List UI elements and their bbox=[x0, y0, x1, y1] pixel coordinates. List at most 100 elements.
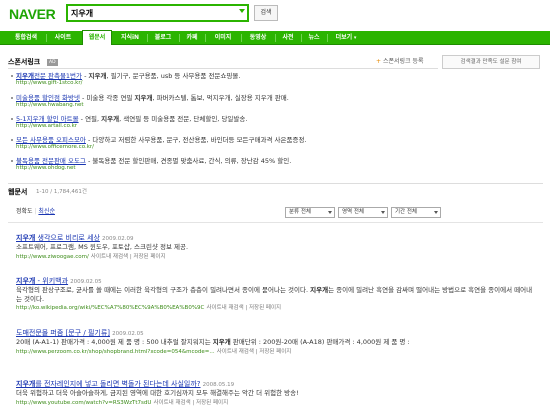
result-title[interactable]: 도매전문몰 퍼줌 [문구 / 필기류] bbox=[16, 329, 110, 337]
sort-bar: 정확도 | 최신순 bbox=[16, 208, 55, 216]
category-filter[interactable]: 분류 전체 bbox=[285, 207, 335, 218]
result-extra-links[interactable]: 사이트내 재검색 | 저장된 페이지 bbox=[206, 305, 281, 311]
bullet-icon bbox=[11, 118, 13, 120]
sponsor-register-label: 스폰서링크 등록 bbox=[382, 58, 424, 65]
result-keyword: 지우개 bbox=[16, 277, 36, 285]
chevron-down-icon bbox=[434, 211, 438, 214]
tab-cafe[interactable]: 카페 bbox=[181, 31, 203, 45]
result-keyword: 지우개 bbox=[16, 380, 36, 388]
section-divider bbox=[8, 183, 543, 184]
sponsor-link[interactable]: 지우개전문 판촉물1번가 bbox=[16, 72, 82, 80]
result-desc: 더욱 위험하고 더욱 아슬아슬하게, 금지된 영역에 대한 호기심까지 모두 해… bbox=[16, 388, 299, 397]
tab-webdocs[interactable]: 웹문서 bbox=[82, 30, 112, 45]
sponsor-desc-keyword: 지우개 bbox=[101, 115, 120, 123]
bullet-icon bbox=[11, 97, 13, 99]
tab-video[interactable]: 동영상 bbox=[243, 31, 273, 45]
area-filter-label: 영역 전체 bbox=[342, 209, 364, 215]
sponsor-desc: 다양하고 저렴한 사무용품, 문구, 전산용품, 바인더등 모든구매과격 사은품… bbox=[92, 136, 307, 144]
sort-latest[interactable]: 최신순 bbox=[38, 208, 55, 215]
tab-divider bbox=[147, 34, 148, 42]
tab-dictionary[interactable]: 사전 bbox=[277, 31, 299, 45]
result-url[interactable]: http://www.ziwoogae.com/ bbox=[16, 254, 89, 260]
result-item: 지우개 - 위키백과 2009.02.05 육각형의 판상구조로, 균사를 쓸 … bbox=[16, 277, 536, 312]
sponsor-item: 모든 사무용품 오피스모아 - 다양하고 저렴한 사무용품, 문구, 전산용품,… bbox=[11, 136, 411, 151]
tab-divider bbox=[205, 34, 206, 42]
result-url[interactable]: http://www.youtube.com/watch?v=RS3WzTt7s… bbox=[16, 400, 151, 406]
tab-divider bbox=[179, 34, 180, 42]
bullet-icon bbox=[11, 139, 13, 141]
result-url[interactable]: http://www.perzoom.co.kr/shop/shopbrand.… bbox=[16, 349, 215, 355]
sponsor-desc-prefix: - 미술용 각종 연필 bbox=[79, 94, 135, 102]
tab-image[interactable]: 이미지 bbox=[207, 31, 239, 45]
chevron-down-icon: ▾ bbox=[352, 35, 357, 41]
tab-divider bbox=[327, 34, 328, 42]
sponsor-item: 미술용품 할인점 화방넷 - 미술용 각종 연필 지우개, 파버카스텔, 톰보,… bbox=[11, 94, 411, 109]
dropdown-arrow-icon[interactable] bbox=[239, 9, 245, 13]
search-input[interactable] bbox=[68, 6, 228, 20]
sponsor-desc: , 파버카스텔, 톰보, 먹지우개, 실장용 지우개 판매. bbox=[152, 94, 289, 102]
sponsor-item: 지우개전문 판촉물1번가 - 지우개, 필기구, 문구용품, usb 등 사무용… bbox=[11, 72, 411, 87]
category-filter-label: 분류 전체 bbox=[289, 209, 311, 215]
sponsor-link[interactable]: 불독용품 전문판매 오도그 bbox=[16, 157, 86, 165]
result-item: 도매전문몰 퍼줌 [문구 / 필기류] 2009.02.05 20매 (A-A1… bbox=[16, 329, 536, 356]
period-filter[interactable]: 기간 전체 bbox=[391, 207, 441, 218]
sponsor-url[interactable]: http://www.gift-1stco.kr/ bbox=[11, 80, 411, 87]
sponsor-title: 스폰서링크 bbox=[8, 58, 41, 66]
result-date: 2009.02.05 bbox=[112, 331, 144, 337]
result-title-text: 를 전자레인지에 넣고 돌리면 벽돌가 된다는데 사실일까? bbox=[35, 380, 201, 388]
result-extra-links[interactable]: 사이트내 재검색 | 저장된 페이지 bbox=[217, 349, 292, 355]
result-title-text: - 위키백과 bbox=[35, 277, 69, 285]
bullet-icon bbox=[11, 160, 13, 162]
result-desc: 육각형의 판상구조로, 균사를 쓸 때에는 이러한 육각형의 구조가 층층이 밀… bbox=[16, 286, 536, 304]
sponsor-desc-prefix: - 연필, bbox=[78, 115, 102, 123]
result-date: 2009.02.09 bbox=[102, 236, 134, 242]
naver-logo[interactable]: NAVER bbox=[9, 6, 56, 24]
sponsor-desc: 불독용품 전문 할인판매, 견종별 맞춤사료, 간식, 의류, 장난감 45% … bbox=[92, 157, 292, 165]
tab-more-label: 더보기 bbox=[335, 34, 353, 41]
tab-site[interactable]: 사이트 bbox=[48, 31, 78, 45]
sponsor-url[interactable]: http://www.artall.co.kr bbox=[11, 123, 411, 130]
tab-divider bbox=[46, 34, 47, 42]
tab-kin[interactable]: 지식iN bbox=[115, 31, 145, 45]
sponsor-divider bbox=[8, 68, 438, 69]
sponsor-desc: , 필기구, 문구용품, usb 등 사무용품 전문쇼핑몰. bbox=[106, 72, 241, 80]
result-title-text: 도매전문몰 퍼줌 [문구 / 필기류] bbox=[16, 329, 111, 337]
sponsor-link[interactable]: 미술용품 할인점 화방넷 bbox=[16, 94, 80, 102]
tab-integrated[interactable]: 통합검색 bbox=[8, 31, 44, 45]
result-desc-keyword: 지우개 bbox=[212, 337, 231, 346]
sponsor-register-link[interactable]: + 스폰서링크 등록 bbox=[376, 58, 424, 66]
sort-accuracy[interactable]: 정확도 bbox=[16, 208, 33, 215]
search-box[interactable] bbox=[66, 4, 249, 22]
result-desc: 20매 (A-A1-1) 판매가격 : 4,000원 제 품 명 : 500 내… bbox=[16, 338, 536, 347]
chevron-down-icon bbox=[381, 211, 385, 214]
sponsor-item: 5-1지우개 할인 아트몰 - 연필, 지우개, 색연필 등 미술용품 전문, … bbox=[11, 115, 411, 130]
search-button[interactable]: 검색 bbox=[254, 5, 278, 21]
result-url[interactable]: http://ko.wikipedia.org/wiki/%EC%A7%80%E… bbox=[16, 305, 204, 311]
filter-divider bbox=[8, 222, 543, 223]
result-extra-links[interactable]: 사이트내 재검색 | 저장된 페이지 bbox=[91, 254, 166, 260]
tab-news[interactable]: 뉴스 bbox=[303, 31, 325, 45]
sponsor-url[interactable]: http://www.hwabang.net bbox=[11, 102, 411, 109]
sponsor-url[interactable]: http://www.officemore.co.kr/ bbox=[11, 144, 411, 151]
feedback-button[interactable]: 검색결과 만족도 설문 참여 bbox=[442, 55, 540, 69]
result-title[interactable]: 지우개 생각으로 비리로 세상 bbox=[16, 234, 100, 242]
area-filter[interactable]: 영역 전체 bbox=[338, 207, 388, 218]
sponsor-url[interactable]: http://www.ohdog.net bbox=[11, 165, 411, 172]
plus-icon: + bbox=[376, 58, 383, 65]
result-desc: 소프트웨어, 프로그램, MS 윈도우, 포토샵, 스크린샷 정보 제공. bbox=[16, 242, 189, 251]
result-title[interactable]: 지우개 - 위키백과 bbox=[16, 277, 68, 285]
tab-more[interactable]: 더보기 ▾ bbox=[329, 31, 363, 45]
sponsor-link[interactable]: 모든 사무용품 오피스모아 bbox=[16, 136, 86, 144]
result-extra-links[interactable]: 사이트내 재검색 | 저장된 페이지 bbox=[154, 400, 229, 406]
sponsor-desc-keyword: 지우개 bbox=[88, 72, 107, 80]
result-title[interactable]: 지우개를 전자레인지에 넣고 돌리면 벽돌가 된다는데 사실일까? bbox=[16, 380, 201, 388]
tab-divider bbox=[301, 34, 302, 42]
sponsor-item: 불독용품 전문판매 오도그 - 불독용품 전문 할인판매, 견종별 맞춤사료, … bbox=[11, 157, 411, 172]
result-desc-text: 육각형의 판상구조로, 균사를 쓸 때에는 이러한 육각형의 구조가 층층이 밀… bbox=[16, 285, 311, 294]
bullet-icon bbox=[11, 75, 13, 77]
chevron-down-icon bbox=[328, 211, 332, 214]
ad-badge: AD bbox=[47, 59, 58, 66]
sponsor-link[interactable]: 5-1지우개 할인 아트몰 bbox=[16, 115, 79, 123]
result-item: 지우개를 전자레인지에 넣고 돌리면 벽돌가 된다는데 사실일까? 2008.0… bbox=[16, 380, 536, 407]
tab-blog[interactable]: 블로그 bbox=[149, 31, 177, 45]
